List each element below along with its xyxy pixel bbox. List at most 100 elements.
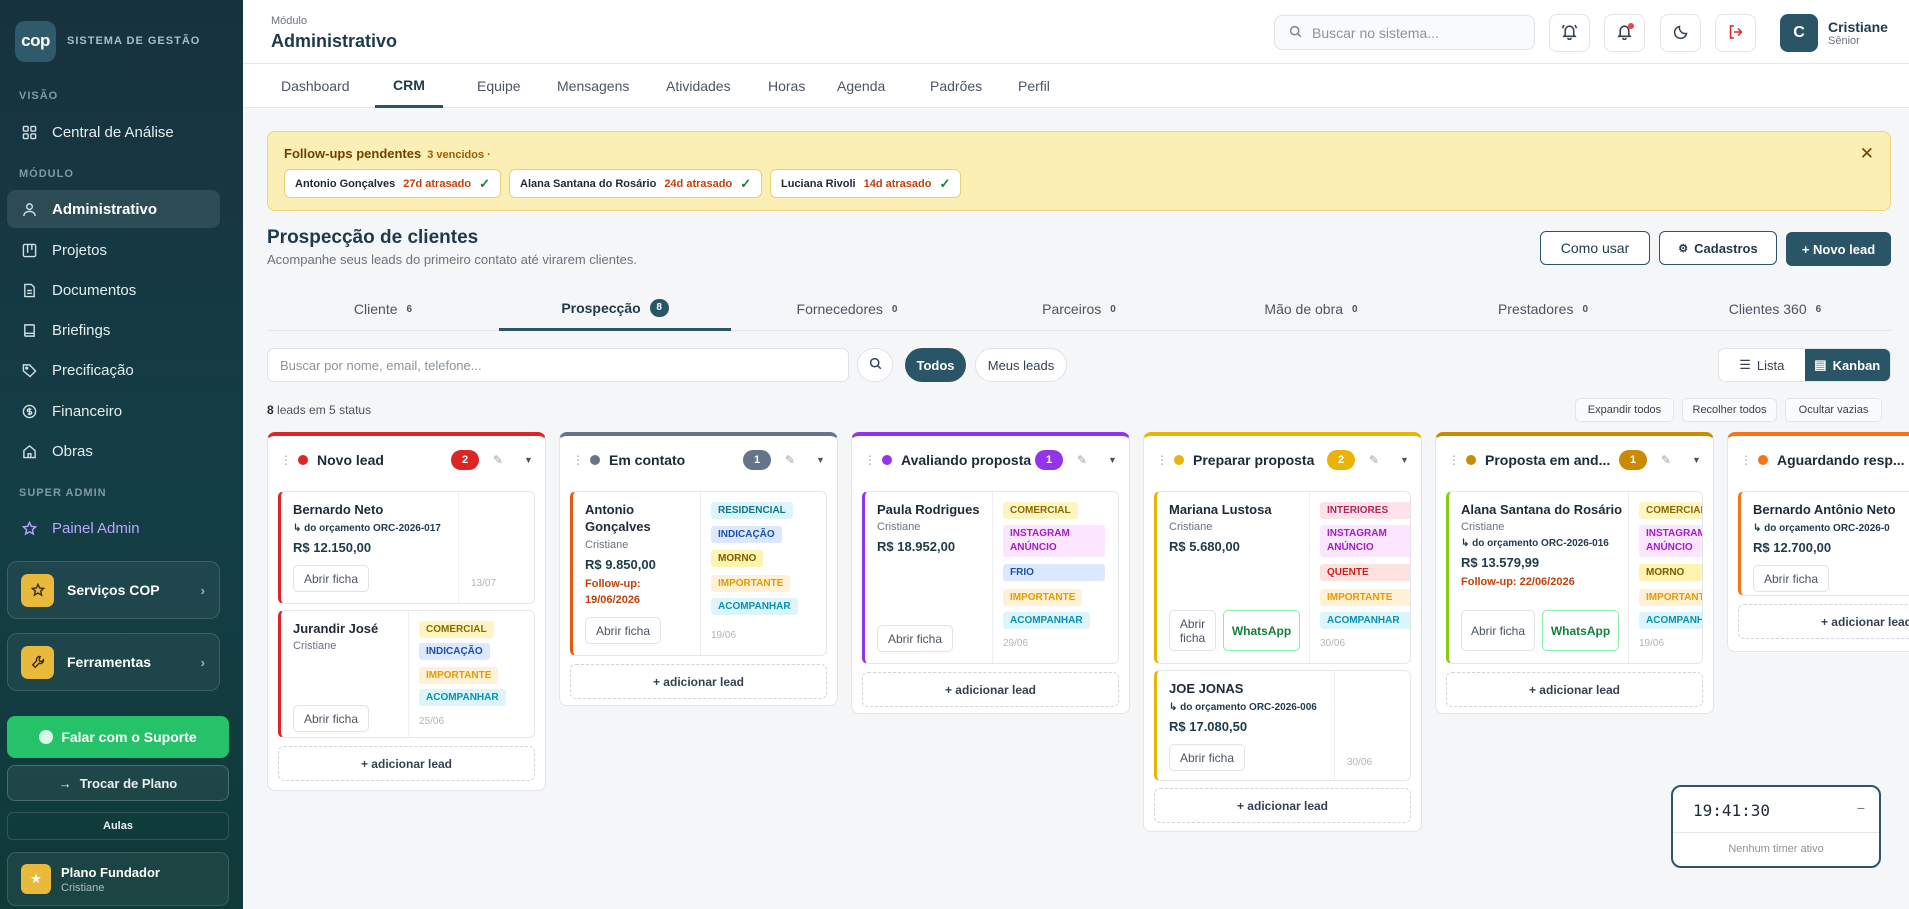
lead-card[interactable]: Antonio Gonçalves Cristiane R$ 9.850,00 … (570, 491, 827, 656)
check-icon[interactable]: ✓ (740, 176, 751, 192)
lead-card[interactable]: JOE JONAS ↳ do orçamento ORC-2026-006 R$… (1154, 670, 1411, 781)
minimize-icon[interactable]: − (1857, 800, 1865, 816)
expand-all-button[interactable]: Expandir todos (1575, 398, 1674, 422)
app-logo[interactable]: cop (15, 20, 56, 62)
sidebar-item-administrativo[interactable]: Administrativo (7, 190, 220, 228)
sidebar-item-briefings[interactable]: Briefings (7, 311, 220, 349)
followup-chip[interactable]: Antonio Gonçalves 27d atrasado ✓ (284, 169, 502, 198)
tab-equipe[interactable]: Equipe (459, 64, 539, 108)
category-tab-clientes-360[interactable]: Clientes 360 6 (1659, 287, 1891, 331)
logout-button[interactable] (1715, 14, 1756, 52)
close-icon[interactable]: ✕ (1860, 144, 1874, 164)
drag-handle-icon[interactable]: ⋮ (1156, 453, 1168, 467)
open-record-button[interactable]: Abrir ficha (877, 625, 953, 652)
tab-agenda[interactable]: Agenda (819, 64, 903, 108)
drag-handle-icon[interactable]: ⋮ (1740, 453, 1752, 467)
user-menu[interactable]: C Cristiane Sênior (1780, 14, 1888, 52)
ferramentas-button[interactable]: Ferramentas › (7, 633, 220, 691)
view-lista-button[interactable]: ☰ Lista (1719, 349, 1805, 381)
plan-card[interactable]: ★ Plano Fundador Cristiane (7, 852, 229, 906)
aulas-button[interactable]: Aulas (7, 812, 229, 840)
tab-dashboard[interactable]: Dashboard (263, 64, 368, 108)
switch-plan-button[interactable]: → Trocar de Plano (7, 765, 229, 801)
sidebar-item-central-analise[interactable]: Central de Análise (7, 113, 220, 151)
drag-handle-icon[interactable]: ⋮ (572, 453, 584, 467)
category-tab-fornecedores[interactable]: Fornecedores 0 (731, 287, 963, 331)
tab-horas[interactable]: Horas (750, 64, 823, 108)
tab-crm[interactable]: CRM (375, 64, 443, 108)
edit-icon[interactable]: ✎ (785, 453, 795, 467)
open-record-button[interactable]: Abrir ficha (1169, 610, 1216, 651)
followup-chip[interactable]: Alana Santana do Rosário 24d atrasado ✓ (509, 169, 763, 198)
add-lead-button[interactable]: + adicionar lead (1738, 604, 1909, 639)
category-tab-parceiros[interactable]: Parceiros 0 (963, 287, 1195, 331)
category-tab-prospeccao[interactable]: Prospecção 8 (499, 287, 731, 331)
module-tabs: Dashboard CRM Equipe Mensagens Atividade… (243, 64, 1909, 108)
sidebar-item-painel-admin[interactable]: Painel Admin (7, 509, 220, 547)
category-count: 0 (1110, 303, 1116, 315)
sidebar-item-obras[interactable]: Obras (7, 432, 220, 470)
open-record-button[interactable]: Abrir ficha (585, 617, 661, 644)
open-record-button[interactable]: Abrir ficha (293, 565, 369, 592)
category-tab-cliente[interactable]: Cliente 6 (267, 287, 499, 331)
add-lead-button[interactable]: + adicionar lead (1154, 788, 1411, 823)
sidebar-item-projetos[interactable]: Projetos (7, 231, 220, 269)
alerts-button[interactable] (1604, 14, 1645, 52)
edit-icon[interactable]: ✎ (1369, 453, 1379, 467)
lead-card[interactable]: Mariana Lustosa Cristiane R$ 5.680,00 Ab… (1154, 491, 1411, 664)
edit-icon[interactable]: ✎ (493, 453, 503, 467)
sidebar-item-documentos[interactable]: Documentos (7, 271, 220, 309)
filter-meus-leads[interactable]: Meus leads (975, 348, 1067, 382)
global-search-input[interactable]: Buscar no sistema... (1274, 15, 1535, 50)
category-tab-prestadores[interactable]: Prestadores 0 (1427, 287, 1659, 331)
cadastros-button[interactable]: ⚙ Cadastros (1659, 231, 1777, 265)
lead-search-input[interactable]: Buscar por nome, email, telefone... (267, 348, 849, 382)
edit-icon[interactable]: ✎ (1661, 453, 1671, 467)
support-button[interactable]: Falar com o Suporte (7, 716, 229, 758)
open-record-button[interactable]: Abrir ficha (1753, 565, 1829, 592)
category-tab-mao-de-obra[interactable]: Mão de obra 0 (1195, 287, 1427, 331)
add-lead-button[interactable]: + adicionar lead (862, 672, 1119, 707)
sidebar-item-precificacao[interactable]: Precificação (7, 351, 220, 389)
tab-perfil[interactable]: Perfil (1000, 64, 1068, 108)
open-record-button[interactable]: Abrir ficha (1169, 744, 1245, 771)
edit-icon[interactable]: ✎ (1077, 453, 1087, 467)
tab-atividades[interactable]: Atividades (648, 64, 749, 108)
tab-mensagens[interactable]: Mensagens (539, 64, 647, 108)
check-icon[interactable]: ✓ (479, 176, 490, 192)
hide-empty-button[interactable]: Ocultar vazias (1785, 398, 1882, 422)
lead-card[interactable]: Jurandir José Cristiane Abrir ficha COME… (278, 610, 535, 738)
servicos-cop-button[interactable]: Serviços COP › (7, 561, 220, 619)
chevron-down-icon[interactable]: ▼ (1108, 455, 1117, 465)
drag-handle-icon[interactable]: ⋮ (280, 453, 292, 467)
new-lead-button[interactable]: + Novo lead (1786, 232, 1891, 266)
lead-card[interactable]: Bernardo Antônio Neto ↳ do orçamento ORC… (1738, 491, 1909, 596)
tab-padroes[interactable]: Padrões (912, 64, 1000, 108)
lead-card[interactable]: Bernardo Neto ↳ do orçamento ORC-2026-01… (278, 491, 535, 604)
lead-card[interactable]: Paula Rodrigues Cristiane R$ 18.952,00 A… (862, 491, 1119, 664)
view-kanban-button[interactable]: ▤ Kanban (1804, 349, 1890, 381)
collapse-all-button[interactable]: Recolher todos (1682, 398, 1777, 422)
drag-handle-icon[interactable]: ⋮ (1448, 453, 1460, 467)
lead-card[interactable]: Alana Santana do Rosário Cristiane ↳ do … (1446, 491, 1703, 664)
whatsapp-button[interactable]: WhatsApp (1223, 610, 1300, 651)
chevron-down-icon[interactable]: ▼ (1692, 455, 1701, 465)
chevron-down-icon[interactable]: ▼ (1400, 455, 1409, 465)
chevron-down-icon[interactable]: ▼ (524, 455, 533, 465)
dark-mode-toggle[interactable] (1660, 14, 1701, 52)
whatsapp-button[interactable]: WhatsApp (1542, 610, 1619, 651)
open-record-button[interactable]: Abrir ficha (293, 705, 369, 732)
drag-handle-icon[interactable]: ⋮ (864, 453, 876, 467)
followup-chip[interactable]: Luciana Rivoli 14d atrasado ✓ (770, 169, 962, 198)
add-lead-button[interactable]: + adicionar lead (570, 664, 827, 699)
how-to-button[interactable]: Como usar (1540, 231, 1650, 265)
add-lead-button[interactable]: + adicionar lead (278, 746, 535, 781)
add-lead-button[interactable]: + adicionar lead (1446, 672, 1703, 707)
notifications-button[interactable] (1549, 14, 1590, 52)
sidebar-item-financeiro[interactable]: Financeiro (7, 392, 220, 430)
search-button[interactable] (857, 348, 893, 382)
filter-todos[interactable]: Todos (905, 348, 966, 382)
check-icon[interactable]: ✓ (939, 176, 950, 192)
open-record-button[interactable]: Abrir ficha (1461, 610, 1535, 651)
chevron-down-icon[interactable]: ▼ (816, 455, 825, 465)
